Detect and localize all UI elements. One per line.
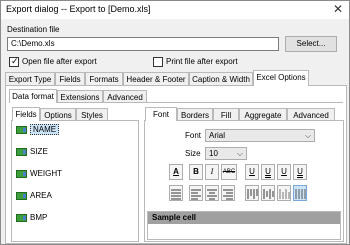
- align-middle-icon[interactable]: [261, 185, 275, 201]
- destination-input[interactable]: C:\Demo.xls: [7, 37, 279, 51]
- align-center-icon[interactable]: [205, 185, 219, 201]
- font-select-value: Arial: [209, 131, 226, 140]
- field-icon: [16, 126, 27, 134]
- align-bottom-icon[interactable]: [277, 185, 291, 201]
- underline-single-button[interactable]: U: [245, 164, 259, 180]
- field-name: SIZE: [30, 147, 48, 156]
- sub-tab-divider: [9, 102, 343, 103]
- tab-left-fields[interactable]: Fields: [12, 107, 40, 121]
- print-after-export-checkbox[interactable]: [153, 57, 163, 67]
- list-item[interactable]: SIZE: [14, 147, 134, 157]
- strikeout-button[interactable]: ABC: [221, 164, 237, 180]
- tab-excel-options[interactable]: Excel Options: [253, 70, 309, 86]
- print-after-export-label: Print file after export: [166, 57, 238, 66]
- field-icon: [16, 170, 27, 178]
- field-icon: [16, 192, 27, 200]
- align-right-icon[interactable]: [221, 185, 235, 201]
- underline-double-button[interactable]: U: [261, 164, 275, 180]
- destination-label: Destination file: [7, 25, 60, 34]
- field-icon: [16, 148, 27, 156]
- tab-data-format[interactable]: Data format: [9, 89, 57, 103]
- underline-double-accounting-button[interactable]: U: [293, 164, 307, 180]
- size-select[interactable]: 10 ⌵: [205, 147, 247, 160]
- export-dialog-window: Export dialog -- Export to [Demo.xls] ✕ …: [0, 0, 350, 245]
- list-item[interactable]: NAME: [14, 124, 134, 135]
- align-top-icon[interactable]: [245, 185, 259, 201]
- sample-cell-label: Sample cell: [148, 212, 340, 224]
- field-name: BMP: [30, 213, 48, 222]
- font-color-button[interactable]: A: [169, 164, 183, 180]
- field-name: NAME: [30, 124, 60, 135]
- tab-export-type[interactable]: Export Type: [5, 72, 55, 86]
- list-item[interactable]: BMP: [14, 213, 134, 223]
- tab-header-footer[interactable]: Header & Footer: [123, 72, 189, 86]
- tab-caption-width[interactable]: Caption & Width: [189, 72, 253, 86]
- field-name: AREA: [30, 191, 52, 200]
- align-left-icon[interactable]: [189, 185, 203, 201]
- list-item[interactable]: WEIGHT: [14, 169, 134, 179]
- underline-accounting-button[interactable]: U: [277, 164, 291, 180]
- tab-font[interactable]: Font: [145, 107, 177, 121]
- fields-list: [11, 120, 139, 242]
- open-after-export-label: Open file after export: [22, 57, 97, 66]
- chevron-down-icon: ⌵: [304, 131, 311, 140]
- select-button[interactable]: Select...: [285, 36, 337, 52]
- chevron-down-icon: ⌵: [236, 149, 243, 158]
- align-general-icon[interactable]: [169, 185, 183, 201]
- tab-fields[interactable]: Fields: [55, 72, 85, 86]
- size-select-value: 10: [209, 149, 218, 158]
- tab-formats[interactable]: Formats: [85, 72, 123, 86]
- italic-button[interactable]: I: [205, 164, 219, 180]
- close-icon[interactable]: ✕: [333, 2, 343, 16]
- font-label: Font: [185, 131, 202, 140]
- bold-button[interactable]: B: [189, 164, 203, 180]
- field-icon: [16, 214, 27, 222]
- field-name: WEIGHT: [30, 169, 62, 178]
- open-after-export-checkbox[interactable]: [9, 56, 19, 67]
- size-label: Size: [185, 149, 201, 158]
- list-item[interactable]: AREA: [14, 191, 134, 201]
- align-justify-icon[interactable]: [293, 185, 307, 201]
- window-title: Export dialog -- Export to [Demo.xls]: [6, 4, 151, 14]
- font-select[interactable]: Arial ⌵: [205, 129, 315, 142]
